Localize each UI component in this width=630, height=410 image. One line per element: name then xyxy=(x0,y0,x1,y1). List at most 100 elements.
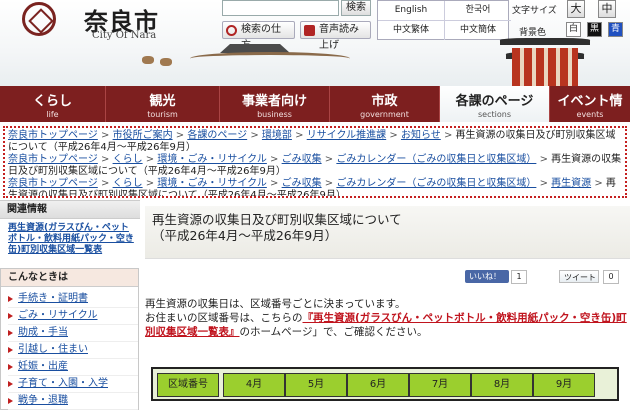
page-title: 再生資源の収集日及び町別収集区域について （平成26年4月〜平成26年9月） xyxy=(152,212,402,244)
nav-sections-label: 各課のページ xyxy=(455,94,534,109)
breadcrumb-link[interactable]: ごみ収集 xyxy=(282,154,322,165)
paragraph-text: お住まいの区域番号は、こちらの xyxy=(145,312,303,324)
breadcrumb-link[interactable]: ごみカレンダー（ごみの収集日と収集区域） xyxy=(336,178,536,189)
situation-link[interactable]: 引越し・住まい xyxy=(18,344,88,355)
deer-icon xyxy=(160,58,172,66)
speaker-icon xyxy=(304,25,315,36)
breadcrumb-link[interactable]: 再生資源 xyxy=(551,178,591,189)
related-info-link[interactable]: 再生資源(ガラスびん・ペットボトル・飲料用紙パック・空き缶)町別収集区域一覧表 xyxy=(8,223,134,255)
nav-tourism-label: 観光 xyxy=(149,94,176,109)
list-item[interactable]: 引越し・住まい xyxy=(8,342,138,359)
nav-life-label: くらし xyxy=(32,94,72,109)
list-item[interactable]: 子育て・入園・入学 xyxy=(8,376,138,393)
facebook-like-button[interactable]: いいね！ xyxy=(465,270,509,283)
breadcrumb-link[interactable]: 奈良市トップページ xyxy=(8,178,98,189)
site-logo-subtitle: City Of Nara xyxy=(92,30,157,41)
table-header-cell: 6月 xyxy=(347,373,409,397)
read-aloud-button[interactable]: 音声読み上げ xyxy=(300,21,371,51)
nav-government-sub: government xyxy=(360,110,409,119)
breadcrumb-link[interactable]: 奈良市トップページ xyxy=(8,130,98,141)
breadcrumb-link[interactable]: くらし xyxy=(113,154,143,165)
situation-link[interactable]: 助成・手当 xyxy=(18,327,68,338)
page-title-line: 再生資源の収集日及び町別収集区域について xyxy=(152,212,402,227)
situation-link[interactable]: 妊娠・出産 xyxy=(18,361,68,372)
breadcrumb-link[interactable]: 環境・ごみ・リサイクル xyxy=(157,178,267,189)
site-header: 奈良市 City Of Nara 検索 検索の仕方 音声読み上げ English… xyxy=(0,0,630,86)
tweet-count: 0 xyxy=(603,270,619,284)
tweet-button[interactable]: ツイート xyxy=(559,270,599,283)
paragraph: お住まいの区域番号は、こちらの『再生資源(ガラスびん・ペットボトル・飲料用紙パッ… xyxy=(145,311,630,339)
situation-link[interactable]: 手続き・証明書 xyxy=(18,293,88,304)
global-navigation: くらし life 観光 tourism 事業者向け business 市政 go… xyxy=(0,86,630,122)
search-help-button[interactable]: 検索の仕方 xyxy=(222,21,295,51)
breadcrumb-trail: 奈良市トップページ > くらし > 環境・ごみ・リサイクル > ごみ収集 > ご… xyxy=(8,154,622,177)
nav-sections[interactable]: 各課のページ sections xyxy=(440,86,550,122)
breadcrumb-link[interactable]: 市役所ご案内 xyxy=(113,130,173,141)
circle-icon xyxy=(226,25,237,36)
lang-english[interactable]: English xyxy=(378,1,444,20)
breadcrumb-link[interactable]: ごみカレンダー（ごみの収集日と収集区域） xyxy=(336,154,536,165)
deer-icon xyxy=(142,56,154,64)
nav-events[interactable]: イベント情 events xyxy=(550,86,630,122)
table-header-cell: 4月 xyxy=(223,373,285,397)
bg-white-button[interactable]: 白 xyxy=(566,22,581,37)
situation-link[interactable]: ごみ・リサイクル xyxy=(18,310,98,321)
related-info-list: 再生資源(ガラスびん・ペットボトル・飲料用紙パック・空き缶)町別収集区域一覧表 xyxy=(0,219,140,260)
nav-events-label: イベント情 xyxy=(557,94,623,109)
nav-tourism-sub: tourism xyxy=(147,110,178,119)
breadcrumb-link[interactable]: 奈良市トップページ xyxy=(8,154,98,165)
bg-blue-button[interactable]: 青 xyxy=(608,22,623,37)
nav-life[interactable]: くらし life xyxy=(0,86,106,122)
situations-heading: こんなときは xyxy=(1,269,138,287)
breadcrumb-trail: 奈良市トップページ > くらし > 環境・ごみ・リサイクル > ごみ収集 > ご… xyxy=(8,178,622,196)
bridge-illustration xyxy=(190,52,350,65)
lang-korean[interactable]: 한국어 xyxy=(444,1,511,20)
situations-box: こんなときは 手続き・証明書 ごみ・リサイクル 助成・手当 引越し・住まい 妊娠… xyxy=(0,268,139,410)
list-item[interactable]: 戦争・退職 xyxy=(8,393,138,410)
list-item[interactable]: 助成・手当 xyxy=(8,325,138,342)
read-aloud-label: 音声読み上げ xyxy=(319,24,359,51)
search-button[interactable]: 検索 xyxy=(341,0,371,16)
font-size-large-button[interactable]: 大 xyxy=(567,0,585,18)
sidebar: 関連情報 再生資源(ガラスびん・ペットボトル・飲料用紙パック・空き缶)町別収集区… xyxy=(0,200,140,410)
font-size-medium-button[interactable]: 中 xyxy=(598,0,616,18)
nav-business[interactable]: 事業者向け business xyxy=(220,86,330,122)
situations-list: 手続き・証明書 ごみ・リサイクル 助成・手当 引越し・住まい 妊娠・出産 子育て… xyxy=(1,287,138,410)
nav-business-label: 事業者向け xyxy=(241,94,307,109)
related-info-heading: 関連情報 xyxy=(0,200,140,219)
table-header-cell: 5月 xyxy=(285,373,347,397)
page-title-box: 再生資源の収集日及び町別収集区域について （平成26年4月〜平成26年9月） xyxy=(145,206,630,259)
search-input[interactable] xyxy=(222,0,339,16)
table-header-cell: 9月 xyxy=(533,373,595,397)
nav-government[interactable]: 市政 government xyxy=(330,86,440,122)
breadcrumb: 奈良市トップページ > 市役所ご案内 > 各課のページ > 環境部 > リサイク… xyxy=(3,126,627,198)
breadcrumb-link[interactable]: お知らせ xyxy=(401,130,441,141)
breadcrumb-link[interactable]: 環境・ごみ・リサイクル xyxy=(157,154,267,165)
page-title-line: （平成26年4月〜平成26年9月） xyxy=(152,228,338,243)
breadcrumb-link[interactable]: くらし xyxy=(113,178,143,189)
nav-tourism[interactable]: 観光 tourism xyxy=(106,86,220,122)
main-content: 再生資源の収集日及び町別収集区域について （平成26年4月〜平成26年9月） い… xyxy=(145,200,630,401)
bg-black-button[interactable]: 黒 xyxy=(587,22,602,37)
lang-simplified-chinese[interactable]: 中文簡体 xyxy=(444,20,511,40)
paragraph: 再生資源の収集日は、区域番号ごとに決まっています。 xyxy=(145,298,406,310)
breadcrumb-link[interactable]: 各課のページ xyxy=(187,130,247,141)
breadcrumb-link[interactable]: ごみ収集 xyxy=(282,178,322,189)
lang-traditional-chinese[interactable]: 中文繁体 xyxy=(378,20,444,40)
table-header-cell: 8月 xyxy=(471,373,533,397)
paragraph-text: のホームページ」で、ご確認ください。 xyxy=(239,326,428,338)
list-item[interactable]: 手続き・証明書 xyxy=(8,291,138,308)
city-emblem-icon[interactable] xyxy=(22,2,80,38)
nav-business-sub: business xyxy=(257,110,292,119)
list-item[interactable]: ごみ・リサイクル xyxy=(8,308,138,325)
breadcrumb-link[interactable]: リサイクル推進課 xyxy=(307,130,387,141)
list-item[interactable]: 妊娠・出産 xyxy=(8,359,138,376)
nav-government-label: 市政 xyxy=(371,94,398,109)
situation-link[interactable]: 子育て・入園・入学 xyxy=(18,378,108,389)
nav-life-sub: life xyxy=(46,110,59,119)
background-color-label: 背景色 xyxy=(519,28,547,38)
font-size-label: 文字サイズ xyxy=(512,6,557,16)
table-header-cell: 7月 xyxy=(409,373,471,397)
breadcrumb-link[interactable]: 環境部 xyxy=(262,130,292,141)
like-count: 1 xyxy=(511,270,527,284)
